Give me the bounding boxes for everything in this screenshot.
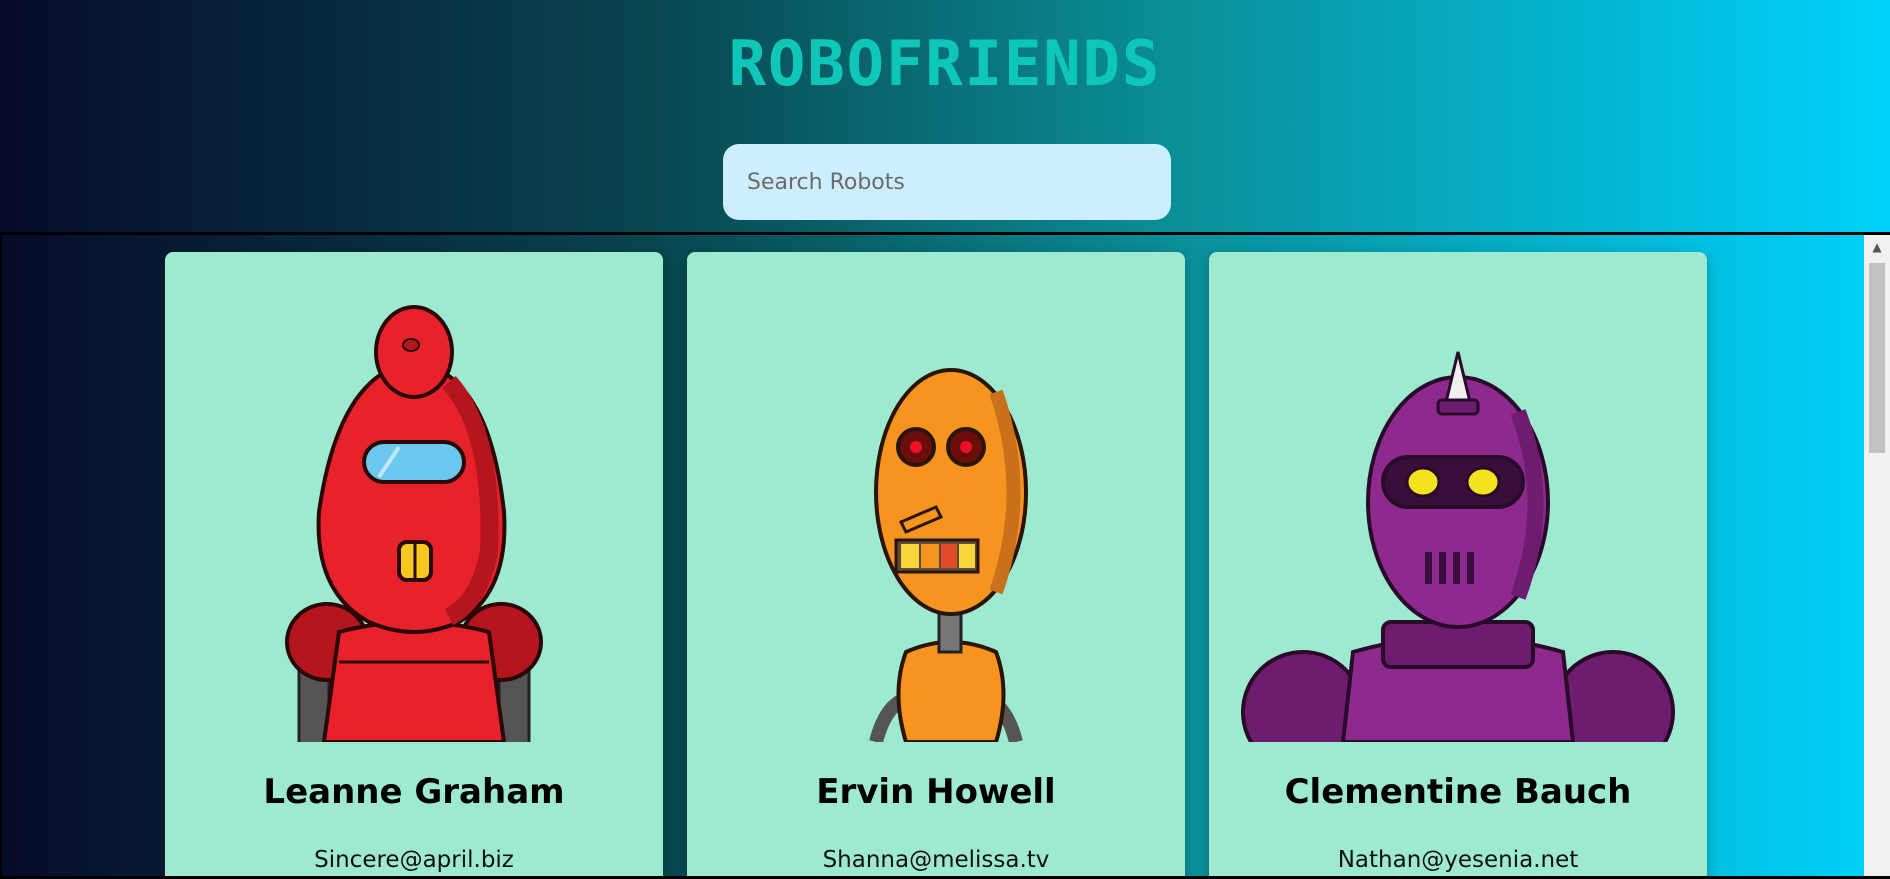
robot-name: Clementine Bauch [1284, 772, 1632, 812]
scroll-up-arrow-icon[interactable]: ▲ [1864, 235, 1890, 259]
robot-card[interactable]: Clementine Bauch Nathan@yesenia.net [1209, 252, 1707, 876]
search-robots-input[interactable] [723, 144, 1171, 220]
robot-name: Leanne Graham [263, 772, 565, 812]
robot-avatar-image [1233, 252, 1683, 742]
robot-avatar-image [711, 252, 1161, 742]
robot-email: Shanna@melissa.tv [822, 847, 1050, 873]
header: ROBOFRIENDS [0, 0, 1890, 232]
robot-name: Ervin Howell [816, 772, 1056, 812]
robot-card[interactable]: Ervin Howell Shanna@melissa.tv [687, 252, 1185, 876]
robot-email: Sincere@april.biz [314, 847, 514, 873]
app-logo-title: ROBOFRIENDS [728, 27, 1162, 100]
robot-email: Nathan@yesenia.net [1337, 847, 1579, 873]
robot-card-list: Leanne Graham Sincere@april.biz Ervin Ho… [0, 232, 1890, 879]
scrollbar-thumb[interactable] [1869, 263, 1885, 453]
robot-card[interactable]: Leanne Graham Sincere@april.biz [165, 252, 663, 876]
robot-avatar-image [189, 252, 639, 742]
vertical-scrollbar[interactable]: ▲ [1864, 235, 1890, 876]
